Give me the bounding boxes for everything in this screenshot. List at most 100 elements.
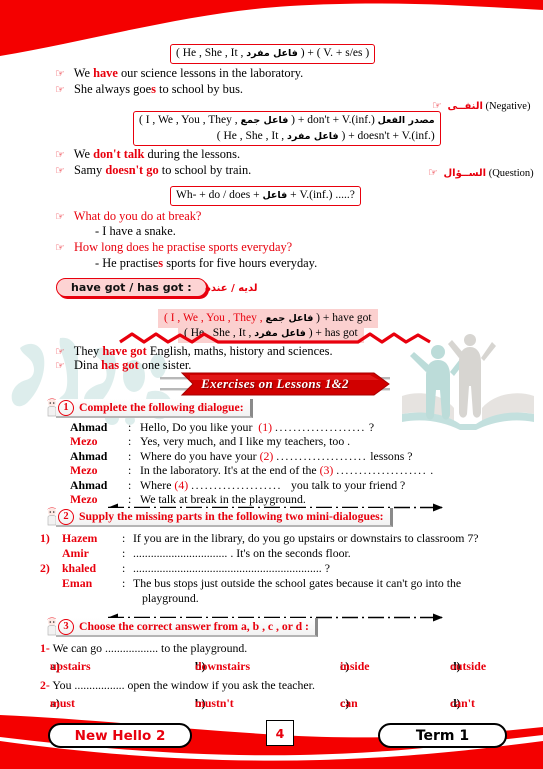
affirmative-example-2: ☞ She always goes to school by bus. bbox=[55, 82, 243, 97]
negative-rule-line-2: ( He , She , It , فاعل مفرد ) + doesn't … bbox=[139, 129, 435, 145]
colon: : bbox=[128, 448, 132, 463]
dialogue-text: In the laboratory. It's at the end of th… bbox=[140, 463, 434, 478]
item-index bbox=[40, 546, 62, 561]
colon: : bbox=[122, 546, 126, 560]
negative-line1-arabic: فاعل جمع bbox=[240, 115, 289, 126]
have-got-chip: have got / has got : bbox=[56, 278, 207, 297]
mcq-1-stem: 1- We can go .................. to the p… bbox=[40, 641, 247, 656]
hand-pointer-icon: ☞ bbox=[428, 167, 438, 179]
exercise-3-title: Choose the correct answer from a, b , c … bbox=[79, 620, 309, 633]
negative-rule-line-1: ( I , We , You , They , فاعل جمع ) + don… bbox=[139, 113, 435, 129]
colon: : bbox=[122, 561, 126, 575]
exercise-1-title: Complete the following dialogue: bbox=[79, 401, 244, 414]
pointer-icon: ☞ bbox=[55, 165, 65, 177]
affirmative-arabic: فاعل مفرد bbox=[246, 48, 298, 59]
mini-text: playground. bbox=[142, 591, 199, 605]
question-example-1: ☞ What do you do at break? bbox=[55, 209, 201, 224]
havegot-line1-right: ) + have got bbox=[316, 312, 372, 324]
book-title-badge: New Hello 2 bbox=[48, 723, 192, 748]
havegot-line1-left: ( I , We , You , They , bbox=[164, 312, 263, 324]
question-example-1-q: What do you do at break? bbox=[73, 209, 202, 223]
negative-line1-right: ) + don't + V.(inf.) bbox=[291, 114, 375, 126]
exercises-banner: Exercises on Lessons 1&2 bbox=[160, 372, 390, 396]
question-right: + V.(inf.) .....? bbox=[290, 189, 355, 201]
pointer-icon: ☞ bbox=[55, 149, 65, 161]
negative-example-2: ☞ Samy doesn't go to school by train. bbox=[55, 163, 251, 178]
item-index bbox=[40, 576, 62, 591]
negative-line2-right: ) + doesn't + V.(inf.) bbox=[341, 129, 435, 142]
colon: : bbox=[128, 434, 132, 449]
item-index: 2) bbox=[40, 561, 50, 575]
dialogue-text: Yes, very much, and I like my teachers, … bbox=[140, 434, 351, 449]
havegot-example-1-text: They have got English, maths, history an… bbox=[73, 344, 333, 358]
affirmative-rule-box: ( He , She , It , فاعل مفرد ) + ( V. + s… bbox=[170, 44, 376, 64]
question-example-2-q: How long does he practise sports everyda… bbox=[73, 240, 293, 254]
speaker-name: Ahmad bbox=[70, 420, 108, 434]
pointer-icon: ☞ bbox=[55, 68, 65, 80]
question-rule-box: Wh- + do / does + فاعل + V.(inf.) .....? bbox=[170, 186, 361, 206]
negative-line2-arabic: فاعل مفرد bbox=[287, 130, 339, 142]
speaker-name: Amir bbox=[62, 546, 89, 560]
page-number-badge: 4 bbox=[266, 720, 294, 746]
mini-row: playground. bbox=[40, 591, 479, 606]
question-left: Wh- + do / does + bbox=[176, 189, 260, 201]
option-value: outside bbox=[450, 659, 487, 673]
exercise-1-dialogue: Ahmad : Hello, Do you like your (1) ....… bbox=[70, 420, 433, 506]
question-section-tag: ☞ الســؤال (Question) bbox=[428, 166, 534, 179]
colon: : bbox=[128, 463, 132, 478]
pointer-icon: ☞ bbox=[55, 360, 65, 372]
speaker-name: Eman bbox=[62, 576, 93, 590]
question-tag-arabic: الســؤال bbox=[443, 168, 487, 179]
speaker-name bbox=[62, 591, 122, 606]
question-tag-english: (Question) bbox=[488, 168, 534, 179]
exercise-1-number: 1 bbox=[58, 399, 74, 416]
colon: : bbox=[122, 531, 126, 545]
speaker-name: Ahmad bbox=[70, 477, 108, 492]
question-example-1-a: - I have a snake. bbox=[95, 224, 176, 238]
exercise-2-heading: 2 Supply the missing parts in the follow… bbox=[56, 508, 393, 527]
option-value: downstairs bbox=[195, 659, 251, 673]
question-example-2: ☞ How long does he practise sports every… bbox=[55, 240, 292, 255]
affirmative-right: ) + ( V. + s/es ) bbox=[300, 47, 370, 59]
mini-text: ................................ . It's … bbox=[133, 546, 351, 560]
havegot-example-2-text: Dina has got one sister. bbox=[73, 358, 192, 372]
negative-example-1: ☞ We don't talk during the lessons. bbox=[55, 147, 240, 162]
item-index bbox=[40, 591, 62, 606]
speaker-name: khaled bbox=[62, 561, 97, 575]
exercise-1-heading: 1 Complete the following dialogue: bbox=[56, 399, 253, 418]
negative-tag-english: (Negative) bbox=[485, 101, 531, 112]
negative-example-2-text: Samy doesn't go to school by train. bbox=[73, 163, 252, 177]
negative-line2-left: ( He , She , It , bbox=[216, 129, 285, 142]
dialogue-text: Where do you have your (2) .............… bbox=[140, 448, 413, 463]
mcq-2-stem: 2- You ................. open the window… bbox=[40, 678, 315, 693]
have-got-arabic-note: لديه / عنده bbox=[205, 283, 258, 294]
mini-row: Eman : The bus stops just outside the sc… bbox=[40, 576, 479, 591]
affirmative-example-2-text: She always goes to school by bus. bbox=[73, 82, 243, 96]
negative-line1-left: ( I , We , You , They , bbox=[139, 114, 238, 126]
havegot-example-1: ☞ They have got English, maths, history … bbox=[55, 344, 333, 359]
mcq-2-stem-text: You ................. open the window if… bbox=[52, 678, 315, 692]
dialogue-line: Ahmad : Hello, Do you like your (1) ....… bbox=[70, 420, 433, 434]
pointer-icon: ☞ bbox=[55, 242, 65, 254]
speaker-name: Mezo bbox=[70, 463, 98, 478]
exercise-3-number: 3 bbox=[58, 618, 74, 635]
speaker-name: Hazem bbox=[62, 531, 98, 545]
exercise-3-heading: 3 Choose the correct answer from a, b , … bbox=[56, 618, 318, 637]
affirmative-left: ( He , She , It , bbox=[176, 47, 244, 59]
pointer-icon: ☞ bbox=[55, 84, 65, 96]
exercise-2-number: 2 bbox=[58, 508, 74, 525]
option-value: inside bbox=[340, 659, 370, 673]
mcq-1-options: a) upstairs b) downstairs c) inside d) o… bbox=[40, 659, 520, 675]
pointer-icon: ☞ bbox=[55, 211, 65, 223]
colon bbox=[122, 591, 133, 606]
speaker-name: Ahmad bbox=[70, 448, 108, 463]
mcq-question-1: 1- We can go .................. to the p… bbox=[40, 641, 247, 656]
mini-text: If you are in the library, do you go ups… bbox=[133, 531, 479, 545]
option-value: upstairs bbox=[50, 659, 91, 673]
dialogue-line: Ahmad : Where do you have your (2) .....… bbox=[70, 449, 433, 463]
mcq-question-2: 2- You ................. open the window… bbox=[40, 678, 315, 693]
question-example-2-a: - He practises sports for five hours eve… bbox=[95, 256, 318, 270]
exercise-2-mini-dialogue-1: 1) Hazem : If you are in the library, do… bbox=[40, 531, 479, 606]
mcq-1-stem-text: We can go .................. to the play… bbox=[52, 641, 248, 655]
negative-line1-note: مصدر الفعل bbox=[377, 115, 435, 126]
